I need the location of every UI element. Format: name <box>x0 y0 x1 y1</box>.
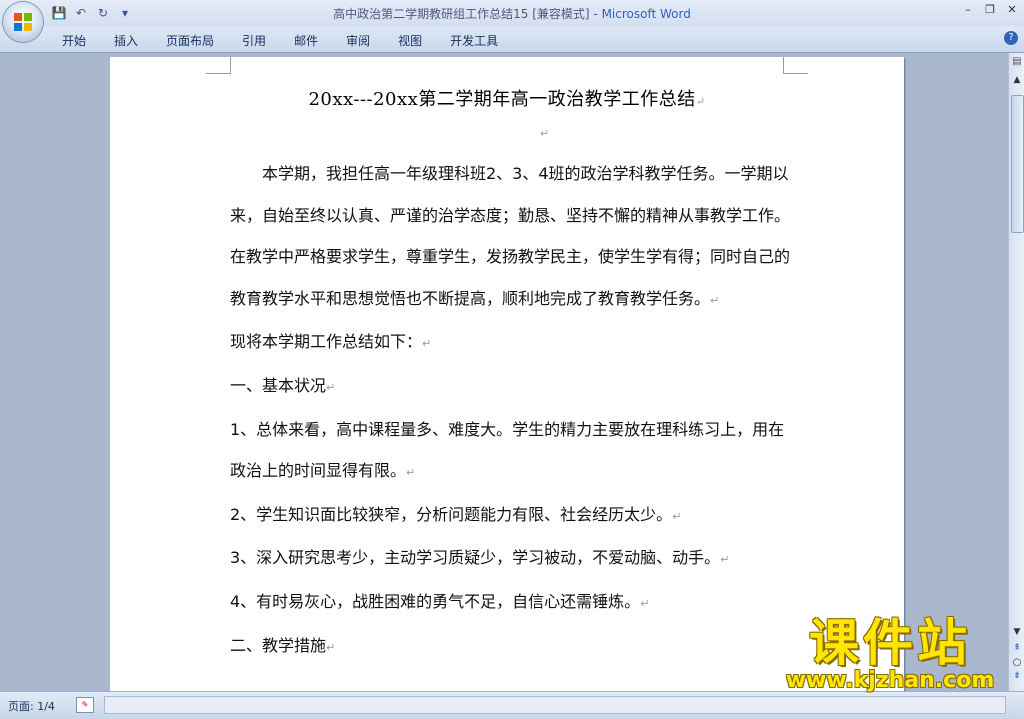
document-body: 本学期，我担任高一年级理科班2、3、4班的政治学科教学任务。一学期以来，自始至终… <box>230 153 790 668</box>
horizontal-scrollbar[interactable] <box>104 696 1006 714</box>
window-controls: – ❐ ✕ <box>960 2 1020 18</box>
paragraph-mark-icon: ↵ <box>326 640 336 654</box>
paragraph-text: 二、教学措施 <box>230 635 327 655</box>
tab-view[interactable]: 视图 <box>384 30 436 51</box>
minimize-button[interactable]: – <box>960 2 976 18</box>
paragraph-text: 1、总体来看，高中课程量多、难度大。学生的精力主要放在理科练习上，用在政治上的时… <box>230 419 785 481</box>
paragraph-mark-icon: ↵ <box>720 553 730 567</box>
next-page-icon[interactable]: ⇟ <box>1010 671 1024 683</box>
paragraph-text: 本学期，我担任高一年级理科班2、3、4班的政治学科教学任务。一学期以来，自始至终… <box>230 164 791 308</box>
document-paragraph: 现将本学期工作总结如下：↵ <box>230 321 790 365</box>
scroll-down-icon[interactable]: ▼ <box>1010 627 1024 641</box>
document-paragraph: 二、教学措施↵ <box>230 625 790 669</box>
tab-home[interactable]: 开始 <box>48 30 100 51</box>
document-name: 高中政治第二学期教研组工作总结15 [兼容模式] <box>333 7 590 21</box>
document-paragraph: 2、学生知识面比较狭窄，分析问题能力有限、社会经历太少。↵ <box>230 494 790 538</box>
previous-page-icon[interactable]: ⇞ <box>1010 643 1024 655</box>
status-bar: 页面: 1/4 ✎ <box>0 691 1024 719</box>
document-heading-text: 20xx---20xx第二学期年高一政治教学工作总结 <box>308 89 696 110</box>
document-paragraph: 1、总体来看，高中课程量多、难度大。学生的精力主要放在理科练习上，用在政治上的时… <box>230 409 790 494</box>
tab-references[interactable]: 引用 <box>228 30 280 51</box>
window-title: 高中政治第二学期教研组工作总结15 [兼容模式] - Microsoft Wor… <box>0 5 1024 22</box>
document-paragraph: 3、深入研究思考少，主动学习质疑少，学习被动，不爱动脑、动手。↵ <box>230 537 790 581</box>
paragraph-mark-icon: ↵ <box>695 95 706 108</box>
app-name: Microsoft Word <box>601 7 691 21</box>
document-heading: 20xx---20xx第二学期年高一政治教学工作总结↵ <box>110 85 904 111</box>
tab-developer[interactable]: 开发工具 <box>436 30 512 51</box>
office-button[interactable] <box>3 2 43 42</box>
paragraph-mark-icon: ↵ <box>326 380 336 394</box>
paragraph-mark-icon: ↵ <box>672 509 682 523</box>
scroll-up-icon[interactable]: ▲ <box>1010 73 1024 87</box>
paragraph-text: 2、学生知识面比较狭窄，分析问题能力有限、社会经历太少。 <box>230 504 673 524</box>
restore-button[interactable]: ❐ <box>982 2 998 18</box>
document-page[interactable]: 20xx---20xx第二学期年高一政治教学工作总结↵ ↵ 本学期，我担任高一年… <box>110 57 904 691</box>
page-indicator[interactable]: 页面: 1/4 <box>8 698 55 714</box>
view-ruler-icon[interactable]: ▤ <box>1010 55 1024 69</box>
crop-mark-right <box>783 57 808 74</box>
scroll-thumb[interactable] <box>1011 95 1024 233</box>
paragraph-mark-icon: ↵ <box>540 127 550 140</box>
watermark-url: www.kjzhan.com <box>785 668 995 693</box>
tab-review[interactable]: 审阅 <box>332 30 384 51</box>
crop-mark-left <box>206 57 231 74</box>
paragraph-mark-icon: ↵ <box>640 596 650 610</box>
ribbon-tabs: 开始 插入 页面布局 引用 邮件 审阅 视图 开发工具 <box>48 30 512 51</box>
tab-page-layout[interactable]: 页面布局 <box>152 30 228 51</box>
paragraph-mark-icon: ↵ <box>406 466 416 480</box>
vertical-scrollbar[interactable]: ▤ ▲ ▼ ⇞ ○ ⇟ <box>1008 53 1024 691</box>
help-icon[interactable]: ? <box>1004 31 1018 45</box>
paragraph-text: 4、有时易灰心，战胜困难的勇气不足，自信心还需锤炼。 <box>230 591 641 611</box>
document-paragraph: 一、基本状况↵ <box>230 365 790 409</box>
paragraph-text: 3、深入研究思考少，主动学习质疑少，学习被动，不爱动脑、动手。 <box>230 548 721 568</box>
title-separator: - <box>589 7 602 21</box>
document-paragraph: 4、有时易灰心，战胜困难的勇气不足，自信心还需锤炼。↵ <box>230 581 790 625</box>
title-bar: 💾 ↶ ↻ ▾ 高中政治第二学期教研组工作总结15 [兼容模式] - Micro… <box>0 0 1024 26</box>
tab-mailings[interactable]: 邮件 <box>280 30 332 51</box>
ribbon-tab-bar: 开始 插入 页面布局 引用 邮件 审阅 视图 开发工具 ? <box>0 26 1024 53</box>
watermark-logo-text: 课件站 <box>809 614 971 672</box>
tab-insert[interactable]: 插入 <box>100 30 152 51</box>
document-paragraph: 本学期，我担任高一年级理科班2、3、4班的政治学科教学任务。一学期以来，自始至终… <box>230 153 790 321</box>
office-logo-icon <box>14 13 32 31</box>
proofing-errors-icon[interactable]: ✎ <box>76 697 94 713</box>
paragraph-text: 一、基本状况 <box>230 375 327 395</box>
paragraph-mark-icon: ↵ <box>422 337 432 351</box>
close-button[interactable]: ✕ <box>1004 2 1020 18</box>
paragraph-text: 现将本学期工作总结如下： <box>230 332 423 352</box>
select-browse-object-icon[interactable]: ○ <box>1010 657 1024 669</box>
paragraph-mark-icon: ↵ <box>710 293 720 307</box>
watermark: 课件站 www.kjzhan.com <box>770 614 1010 693</box>
document-area: 20xx---20xx第二学期年高一政治教学工作总结↵ ↵ 本学期，我担任高一年… <box>0 53 1008 691</box>
